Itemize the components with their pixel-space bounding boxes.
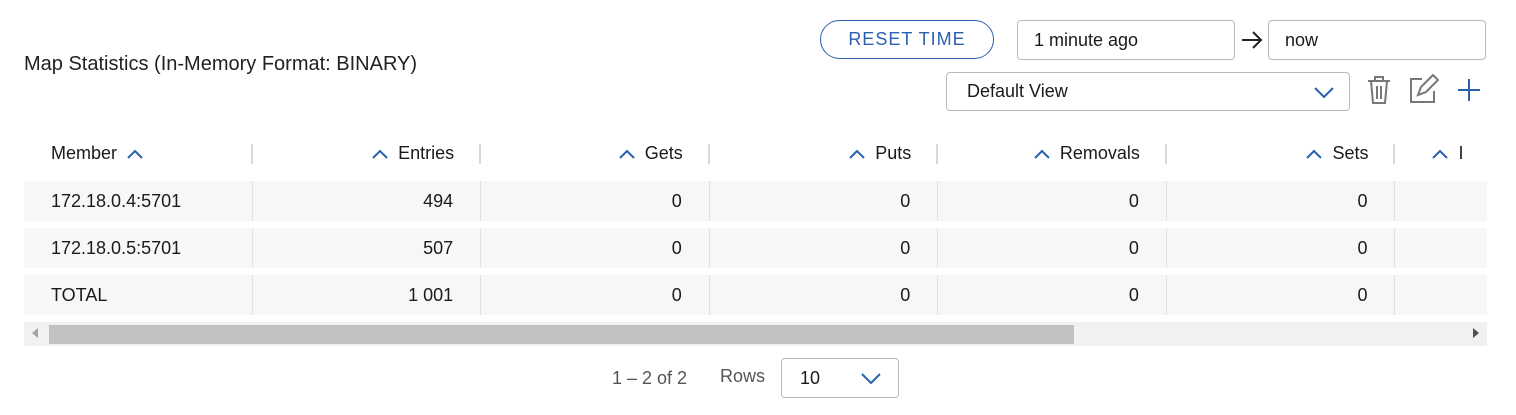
cell-entries: 1 001	[253, 275, 482, 315]
cell-removals: 0	[938, 275, 1167, 315]
column-header-sets[interactable]: Sets	[1167, 133, 1396, 173]
cell-truncated	[1395, 275, 1487, 315]
plus-icon[interactable]	[1453, 73, 1485, 107]
reset-time-button[interactable]: RESET TIME	[820, 20, 994, 59]
column-header-truncated[interactable]: I	[1395, 133, 1487, 173]
table-row: 172.18.0.4:5701 494 0 0 0 0	[24, 181, 1487, 221]
cell-member: TOTAL	[24, 275, 253, 315]
column-header-removals[interactable]: Removals	[938, 133, 1167, 173]
chevron-up-icon	[1306, 143, 1323, 164]
column-label: Sets	[1332, 142, 1369, 163]
trash-icon[interactable]	[1363, 73, 1395, 107]
column-header-entries[interactable]: Entries	[253, 133, 482, 173]
column-header-puts[interactable]: Puts	[710, 133, 939, 173]
view-select[interactable]: Default View	[946, 72, 1350, 111]
cell-gets: 0	[481, 181, 710, 221]
horizontal-scrollbar[interactable]	[24, 322, 1487, 346]
column-header-member[interactable]: Member	[24, 133, 253, 173]
column-label: I	[1458, 142, 1464, 163]
cell-removals: 0	[938, 181, 1167, 221]
cell-sets: 0	[1167, 228, 1396, 268]
chevron-up-icon	[619, 143, 635, 164]
arrow-right-icon	[1238, 26, 1266, 54]
cell-puts: 0	[710, 275, 939, 315]
map-stats-table: Member Entries Gets Puts Removals Sets I	[24, 133, 1487, 317]
chevron-up-icon	[127, 143, 143, 164]
cell-entries: 494	[253, 181, 482, 221]
table-header: Member Entries Gets Puts Removals Sets I	[24, 133, 1487, 173]
column-header-gets[interactable]: Gets	[481, 133, 710, 173]
cell-puts: 0	[710, 181, 939, 221]
column-label: Gets	[644, 142, 683, 163]
column-label: Entries	[398, 142, 455, 163]
cell-gets: 0	[481, 275, 710, 315]
column-label: Puts	[875, 142, 912, 163]
page-title: Map Statistics (In-Memory Format: BINARY…	[24, 53, 418, 75]
chevron-down-icon	[1313, 83, 1335, 106]
chevron-up-icon	[372, 143, 388, 164]
cell-sets: 0	[1167, 181, 1396, 221]
cell-truncated	[1395, 228, 1487, 268]
chevron-down-icon	[860, 369, 882, 392]
edit-icon[interactable]	[1407, 73, 1439, 107]
cell-puts: 0	[710, 228, 939, 268]
time-to-input[interactable]: now	[1268, 20, 1486, 60]
scroll-right-arrow-icon[interactable]	[1473, 328, 1479, 338]
cell-sets: 0	[1167, 275, 1396, 315]
cell-removals: 0	[938, 228, 1167, 268]
cell-member: 172.18.0.5:5701	[24, 228, 253, 268]
rows-per-page-select[interactable]: 10	[781, 358, 899, 398]
column-label: Member	[51, 142, 118, 163]
cell-entries: 507	[253, 228, 482, 268]
chevron-up-icon	[1034, 143, 1050, 164]
column-label: Removals	[1059, 142, 1140, 163]
table-row: 172.18.0.5:5701 507 0 0 0 0	[24, 228, 1487, 268]
rows-per-page-value: 10	[800, 367, 821, 388]
rows-per-page-label: Rows	[720, 366, 766, 386]
pagination-range: 1 – 2 of 2	[612, 368, 688, 388]
time-from-input[interactable]: 1 minute ago	[1017, 20, 1235, 60]
cell-truncated	[1395, 181, 1487, 221]
cell-member: 172.18.0.4:5701	[24, 181, 253, 221]
view-select-value: Default View	[967, 81, 1068, 101]
scrollbar-thumb[interactable]	[49, 325, 1074, 344]
chevron-up-icon	[849, 143, 865, 164]
table-row: TOTAL 1 001 0 0 0 0	[24, 275, 1487, 315]
chevron-up-icon	[1432, 143, 1449, 164]
cell-gets: 0	[481, 228, 710, 268]
scroll-left-arrow-icon[interactable]	[32, 328, 38, 338]
